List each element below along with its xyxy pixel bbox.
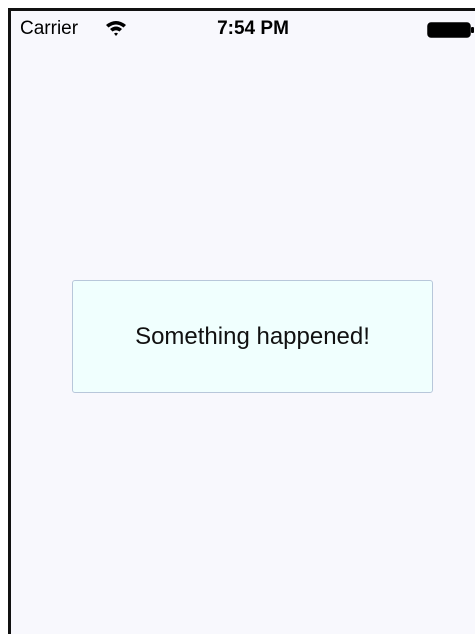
- toast-message: Something happened!: [135, 322, 370, 350]
- battery-icon: [427, 22, 475, 38]
- notification-toast: Something happened!: [72, 280, 433, 393]
- status-bar: Carrier 7:54 PM: [11, 11, 475, 45]
- status-time: 7:54 PM: [217, 18, 289, 39]
- phone-screen: Carrier 7:54 PM Something happened!: [8, 8, 475, 634]
